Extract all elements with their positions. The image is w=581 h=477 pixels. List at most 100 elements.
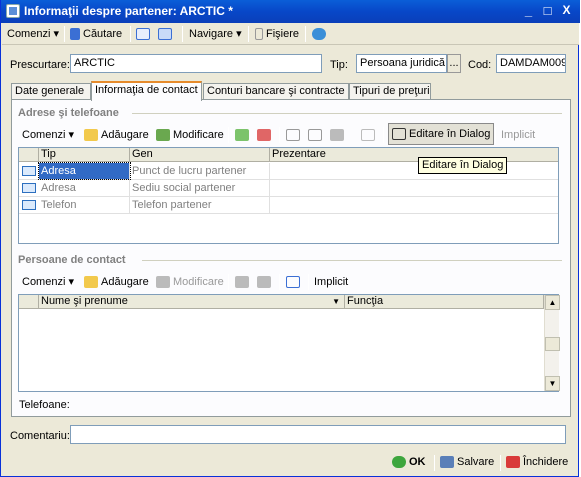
tab-date-generale[interactable]: Date generale (11, 83, 91, 100)
prescurtare-input[interactable]: ARCTIC (70, 54, 322, 73)
column-nume[interactable]: Nume şi prenume ▼ (39, 295, 345, 309)
adrese-modificare-button[interactable]: Modificare (156, 127, 224, 143)
refresh-button[interactable] (136, 26, 153, 42)
column-prezentare[interactable]: Prezentare (270, 148, 558, 162)
navigare-menu[interactable]: Navigare ▾ (189, 26, 242, 42)
tab-tipuri-de-preturi[interactable]: Tipuri de preţuri (349, 83, 431, 100)
persoane-section-title: Persoane de contact (18, 254, 126, 266)
close-button[interactable]: X (557, 2, 576, 20)
sync-button[interactable] (158, 26, 175, 42)
cell-gen[interactable]: Punct de lucru partener (130, 163, 270, 179)
comentariu-input[interactable] (70, 425, 566, 444)
toolbar-separator (130, 26, 131, 42)
cautare-button[interactable]: Căutare (70, 26, 122, 42)
table-row[interactable]: Telefon Telefon partener (19, 197, 558, 214)
persoane-modificare-button[interactable]: Modificare (156, 274, 224, 290)
dialog-buttons: OK Salvare Închidere (2, 450, 579, 476)
comentariu-label: Comentariu: (10, 430, 70, 442)
tip-browse-button[interactable]: ... (447, 54, 461, 73)
address-icon (22, 183, 36, 193)
add-icon (84, 276, 98, 289)
scroll-up-arrow-icon[interactable]: ▲ (545, 295, 560, 310)
app-icon (6, 4, 20, 18)
cell-gen[interactable]: Telefon partener (130, 197, 270, 213)
toolbar-separator (434, 455, 435, 471)
vertical-scrollbar[interactable]: ▲ ▼ (544, 295, 560, 391)
prescurtare-label: Prescurtare: (10, 59, 70, 71)
cell-prezentare[interactable] (270, 197, 558, 213)
list-delete-icon (257, 276, 271, 289)
maximize-button[interactable]: □ (538, 2, 557, 20)
window-title: Informaţii despre partener: ARCTIC * (24, 4, 233, 18)
toolbar-separator (495, 127, 496, 143)
title-bar: Informaţii despre partener: ARCTIC * _ □… (1, 0, 580, 23)
cell-gen[interactable]: Sediu social partener (130, 180, 270, 196)
persoane-grid: Nume şi prenume ▼ Funcţia ▲ ▼ (18, 294, 560, 392)
toolbar-separator (279, 274, 280, 290)
cell-prezentare[interactable] (270, 163, 558, 179)
persoane-implicit-button[interactable]: Implicit (314, 274, 348, 290)
cod-label: Cod: (468, 59, 492, 71)
ok-button[interactable]: OK (392, 454, 426, 470)
adrese-comenzi-menu[interactable]: Comenzi ▾ (22, 127, 74, 143)
refresh-icon (286, 276, 300, 289)
scroll-down-arrow-icon[interactable]: ▼ (545, 376, 560, 391)
cell-tip[interactable]: Adresa (39, 180, 130, 196)
list-add-icon (235, 276, 249, 289)
clear-filter-button[interactable] (361, 127, 378, 143)
copy-button[interactable] (308, 127, 325, 143)
column-functia[interactable]: Funcţia (345, 295, 544, 309)
toolbar-separator (64, 26, 65, 42)
persoane-adaugare-button[interactable]: Adăugare (84, 274, 149, 290)
fisiere-button[interactable]: Fişiere (255, 26, 299, 42)
inchidere-button[interactable]: Închidere (506, 454, 568, 470)
delete-row-button[interactable] (257, 127, 274, 143)
comenzi-menu[interactable]: Comenzi ▾ (7, 26, 59, 42)
grid-row-header (19, 295, 39, 309)
table-row[interactable]: Adresa Sediu social partener (19, 180, 558, 197)
list-add-icon (235, 129, 249, 142)
tooltip: Editare în Dialog (418, 157, 508, 174)
persoane-move-button[interactable] (235, 274, 252, 290)
scroll-thumb[interactable] (545, 337, 560, 351)
save-icon (440, 456, 454, 469)
salvare-button[interactable]: Salvare (440, 454, 494, 470)
cell-prezentare[interactable] (270, 180, 558, 196)
adrese-adaugare-button[interactable]: Adăugare (84, 127, 149, 143)
chat-button[interactable] (312, 26, 329, 42)
cod-input[interactable]: DAMDAM009 (496, 54, 566, 73)
cell-tip[interactable]: Telefon (39, 197, 130, 213)
close-x-icon (506, 456, 520, 469)
persoane-delete-button[interactable] (257, 274, 274, 290)
telefoane-label: Telefoane: (19, 399, 70, 411)
filter-icon (286, 129, 300, 142)
cell-tip[interactable]: Adresa (38, 162, 131, 180)
toolbar-separator (383, 127, 384, 143)
main-toolbar: Comenzi ▾ Căutare Navigare ▾ Fişiere (2, 23, 579, 45)
column-gen[interactable]: Gen (130, 148, 270, 162)
toolbar-separator (279, 127, 280, 143)
tip-field[interactable]: Persoana juridică (356, 54, 447, 73)
toolbar-separator (305, 26, 306, 42)
filter-button[interactable] (286, 127, 303, 143)
minimize-button[interactable]: _ (519, 2, 538, 20)
persoane-comenzi-menu[interactable]: Comenzi ▾ (22, 274, 74, 290)
persoane-refresh-button[interactable] (286, 274, 303, 290)
edit-icon (156, 276, 170, 289)
tab-conturi-bancare[interactable]: Conturi bancare şi contracte (203, 83, 349, 100)
chat-icon (312, 28, 326, 41)
list-delete-icon (257, 129, 271, 142)
tab-informatia-de-contact[interactable]: Informaţia de contact (91, 81, 202, 101)
ok-label: OK (409, 456, 426, 468)
phone-icon (22, 200, 36, 210)
clear-filter-icon (361, 129, 375, 142)
column-tip[interactable]: Tip (39, 148, 130, 162)
editare-in-dialog-button[interactable]: Editare în Dialog (388, 123, 495, 145)
check-icon (392, 456, 406, 469)
toolbar-separator (308, 274, 309, 290)
adrese-implicit-button[interactable]: Implicit (501, 127, 535, 143)
move-up-button[interactable] (235, 127, 252, 143)
export-menu[interactable] (330, 127, 347, 143)
adaugare-label: Adăugare (101, 276, 149, 288)
add-icon (84, 129, 98, 142)
